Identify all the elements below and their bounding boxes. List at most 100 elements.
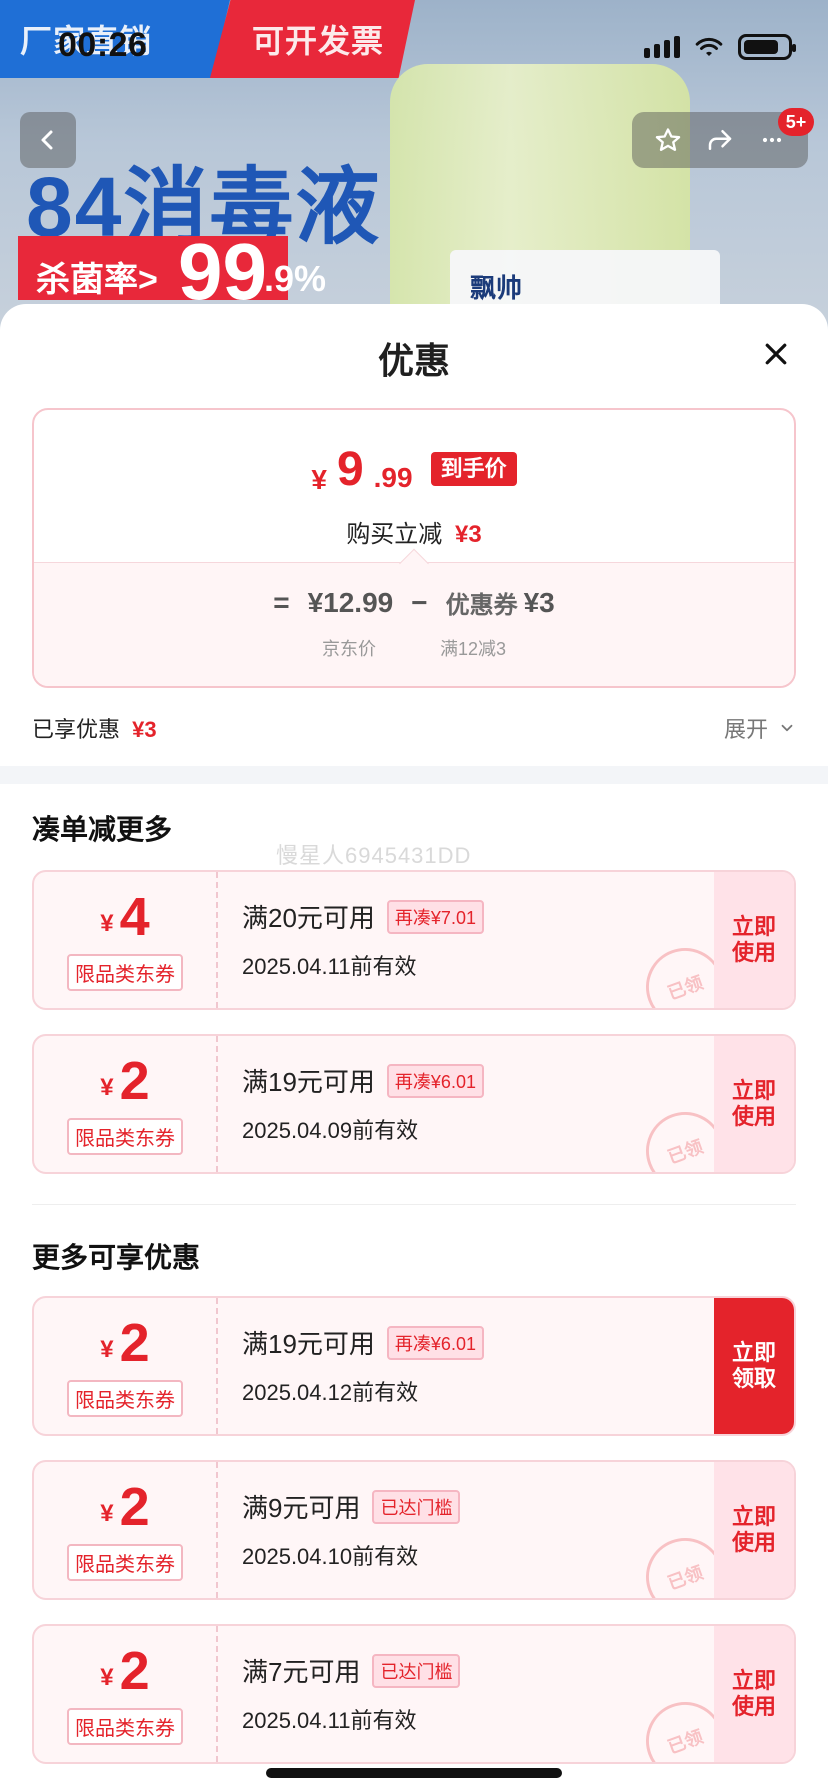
coupon-condition-row: 满7元可用 已达门槛 [242, 1652, 688, 1689]
coupon-type: 限品类东券 [67, 1707, 183, 1745]
coupon-left: ¥ 2 限品类东券 [34, 1462, 218, 1598]
watermark-text: 慢星人6945431DD [276, 843, 472, 868]
coupon-pill: 再凑¥7.01 [386, 899, 484, 934]
coupon-condition: 满9元可用 [242, 1493, 361, 1523]
coupon-details: 满20元可用 再凑¥7.01 2025.04.11前有效 [242, 898, 688, 981]
coupon-expiry: 2025.04.11前有效 [242, 954, 417, 979]
coupon-amount: ¥ 2 [100, 1480, 149, 1534]
section-title-more-available: 更多可享优惠 [32, 1242, 201, 1273]
instant-discount: 购买立减 ¥3 [34, 514, 794, 549]
section-separator [32, 1204, 796, 1205]
coupon-value: 4 [119, 886, 150, 947]
coupon-caption: 满12减3 [439, 639, 507, 659]
coupon-type: 限品类东券 [67, 1543, 183, 1581]
expand-toggle[interactable]: 展开 [724, 712, 796, 744]
minus-sign: − [411, 586, 428, 618]
coupon-action-label: 立即 使用 [731, 913, 776, 965]
coupon-details: 满7元可用 已达门槛 2025.04.11前有效 [242, 1652, 688, 1735]
coupon-details: 满19元可用 再凑¥6.01 2025.04.09前有效 [242, 1062, 688, 1145]
coupon-action-label: 立即 使用 [731, 1503, 776, 1555]
kill-rate-label: 杀菌率> [36, 261, 158, 299]
sheet-title: 优惠 [377, 340, 450, 381]
coupon-details: 满19元可用 再凑¥6.01 2025.04.12前有效 [242, 1324, 688, 1407]
final-price-tag: 到手价 [430, 451, 517, 486]
section-title-more-discount: 凑单减更多 [32, 814, 173, 845]
close-button[interactable] [758, 336, 794, 372]
price-breakdown-captions: 京东价 满12减3 [34, 635, 794, 661]
banner-right-tag-text: 可开发票 [252, 23, 385, 59]
coupon-condition: 满20元可用 [242, 903, 375, 933]
final-price-int: 9 [336, 443, 364, 496]
coupon-yen: ¥ [100, 1073, 114, 1101]
coupon-card: ¥ 4 限品类东券 满20元可用 再凑¥7.01 2025.04.11前有效 已… [32, 870, 796, 1010]
price-breakdown: = ¥12.99 − 优惠券 ¥3 京东价 满12减3 [34, 562, 794, 686]
coupon-condition: 满7元可用 [242, 1657, 361, 1687]
coupon-use-button[interactable]: 立即 使用 [714, 872, 794, 1008]
coupon-use-button[interactable]: 立即 使用 [714, 1626, 794, 1762]
home-indicator [266, 1768, 562, 1778]
coupon-condition: 满19元可用 [242, 1067, 375, 1097]
jd-price: ¥12.99 [307, 586, 394, 618]
coupon-condition-row: 满19元可用 再凑¥6.01 [242, 1062, 688, 1099]
coupon-yen: ¥ [100, 1663, 114, 1691]
coupon-value: 2 [119, 1476, 150, 1537]
enjoyed-discount: 已享优惠 ¥3 [32, 712, 157, 744]
coupon-use-button[interactable]: 立即 使用 [714, 1462, 794, 1598]
coupon-condition: 满19元可用 [242, 1329, 375, 1359]
coupon-card: ¥ 2 限品类东券 满9元可用 已达门槛 2025.04.10前有效 已领 立即… [32, 1460, 796, 1600]
coupon-card: ¥ 2 限品类东券 满19元可用 再凑¥6.01 2025.04.12前有效 立… [32, 1296, 796, 1436]
coupon-card: ¥ 2 限品类东券 满7元可用 已达门槛 2025.04.11前有效 已领 立即… [32, 1624, 796, 1764]
equals-sign: = [273, 586, 290, 618]
coupon-yen: ¥ [100, 1499, 114, 1527]
coupon-claim-button[interactable]: 立即 领取 [714, 1298, 794, 1434]
banner-left-tag-text: 厂家直销 [20, 23, 153, 59]
section-divider [0, 766, 828, 784]
coupon-pill: 再凑¥6.01 [386, 1063, 484, 1098]
instant-discount-label: 购买立减 [346, 521, 443, 548]
enjoyed-discount-row: 已享优惠 ¥3 展开 [32, 706, 796, 750]
share-button[interactable] [698, 118, 742, 162]
coupon-expiry: 2025.04.12前有效 [242, 1380, 419, 1405]
coupon-deduction-amount: ¥3 [523, 586, 555, 618]
coupon-condition-row: 满9元可用 已达门槛 [242, 1488, 688, 1525]
back-button[interactable] [20, 112, 76, 168]
coupon-value: 2 [119, 1050, 150, 1111]
kill-rate-dec: .9% [264, 258, 327, 299]
coupon-expiry: 2025.04.09前有效 [242, 1118, 419, 1143]
coupon-yen: ¥ [100, 909, 114, 937]
star-icon [655, 128, 681, 151]
coupon-type: 限品类东券 [67, 1379, 183, 1417]
coupon-use-button[interactable]: 立即 使用 [714, 1036, 794, 1172]
coupon-amount: ¥ 4 [100, 890, 149, 944]
coupon-amount: ¥ 2 [100, 1054, 149, 1108]
coupon-type: 限品类东券 [67, 1117, 183, 1155]
final-price-dec: .99 [373, 462, 413, 493]
coupon-action-label: 立即 使用 [731, 1077, 776, 1129]
coupon-amount: ¥ 2 [100, 1316, 149, 1370]
chevron-down-icon [781, 724, 793, 732]
coupon-amount: ¥ 2 [100, 1644, 149, 1698]
coupon-action-label: 立即 领取 [731, 1339, 776, 1391]
coupon-value: 2 [119, 1312, 150, 1373]
coupon-left: ¥ 4 限品类东券 [34, 872, 218, 1008]
final-price-section: ¥ 9 .99 到手价 购买立减 ¥3 [34, 410, 794, 564]
coupon-action-label: 立即 使用 [731, 1667, 776, 1719]
coupon-yen: ¥ [100, 1335, 114, 1363]
jd-price-caption: 京东价 [321, 639, 376, 659]
enjoyed-discount-amount: ¥3 [132, 717, 157, 742]
coupon-details: 满9元可用 已达门槛 2025.04.10前有效 [242, 1488, 688, 1571]
product-brand: 飘帅 [470, 273, 523, 303]
discount-sheet: 优惠 ¥ 9 .99 到手价 购买立减 ¥3 = ¥12.99 − 优惠券 ¥3… [0, 304, 828, 1792]
coupon-value: 2 [119, 1640, 150, 1701]
share-icon [708, 130, 732, 150]
close-icon [765, 343, 787, 365]
instant-discount-amount: ¥3 [454, 521, 482, 548]
coupon-left: ¥ 2 限品类东券 [34, 1298, 218, 1434]
coupon-card: ¥ 2 限品类东券 满19元可用 再凑¥6.01 2025.04.09前有效 已… [32, 1034, 796, 1174]
favorite-button[interactable] [646, 118, 690, 162]
coupon-expiry: 2025.04.11前有效 [242, 1708, 417, 1733]
coupon-deduction-label: 优惠券 [445, 592, 518, 619]
coupon-expiry: 2025.04.10前有效 [242, 1544, 419, 1569]
sheet-header: 优惠 [0, 304, 828, 400]
notification-badge: 5+ [778, 108, 814, 136]
